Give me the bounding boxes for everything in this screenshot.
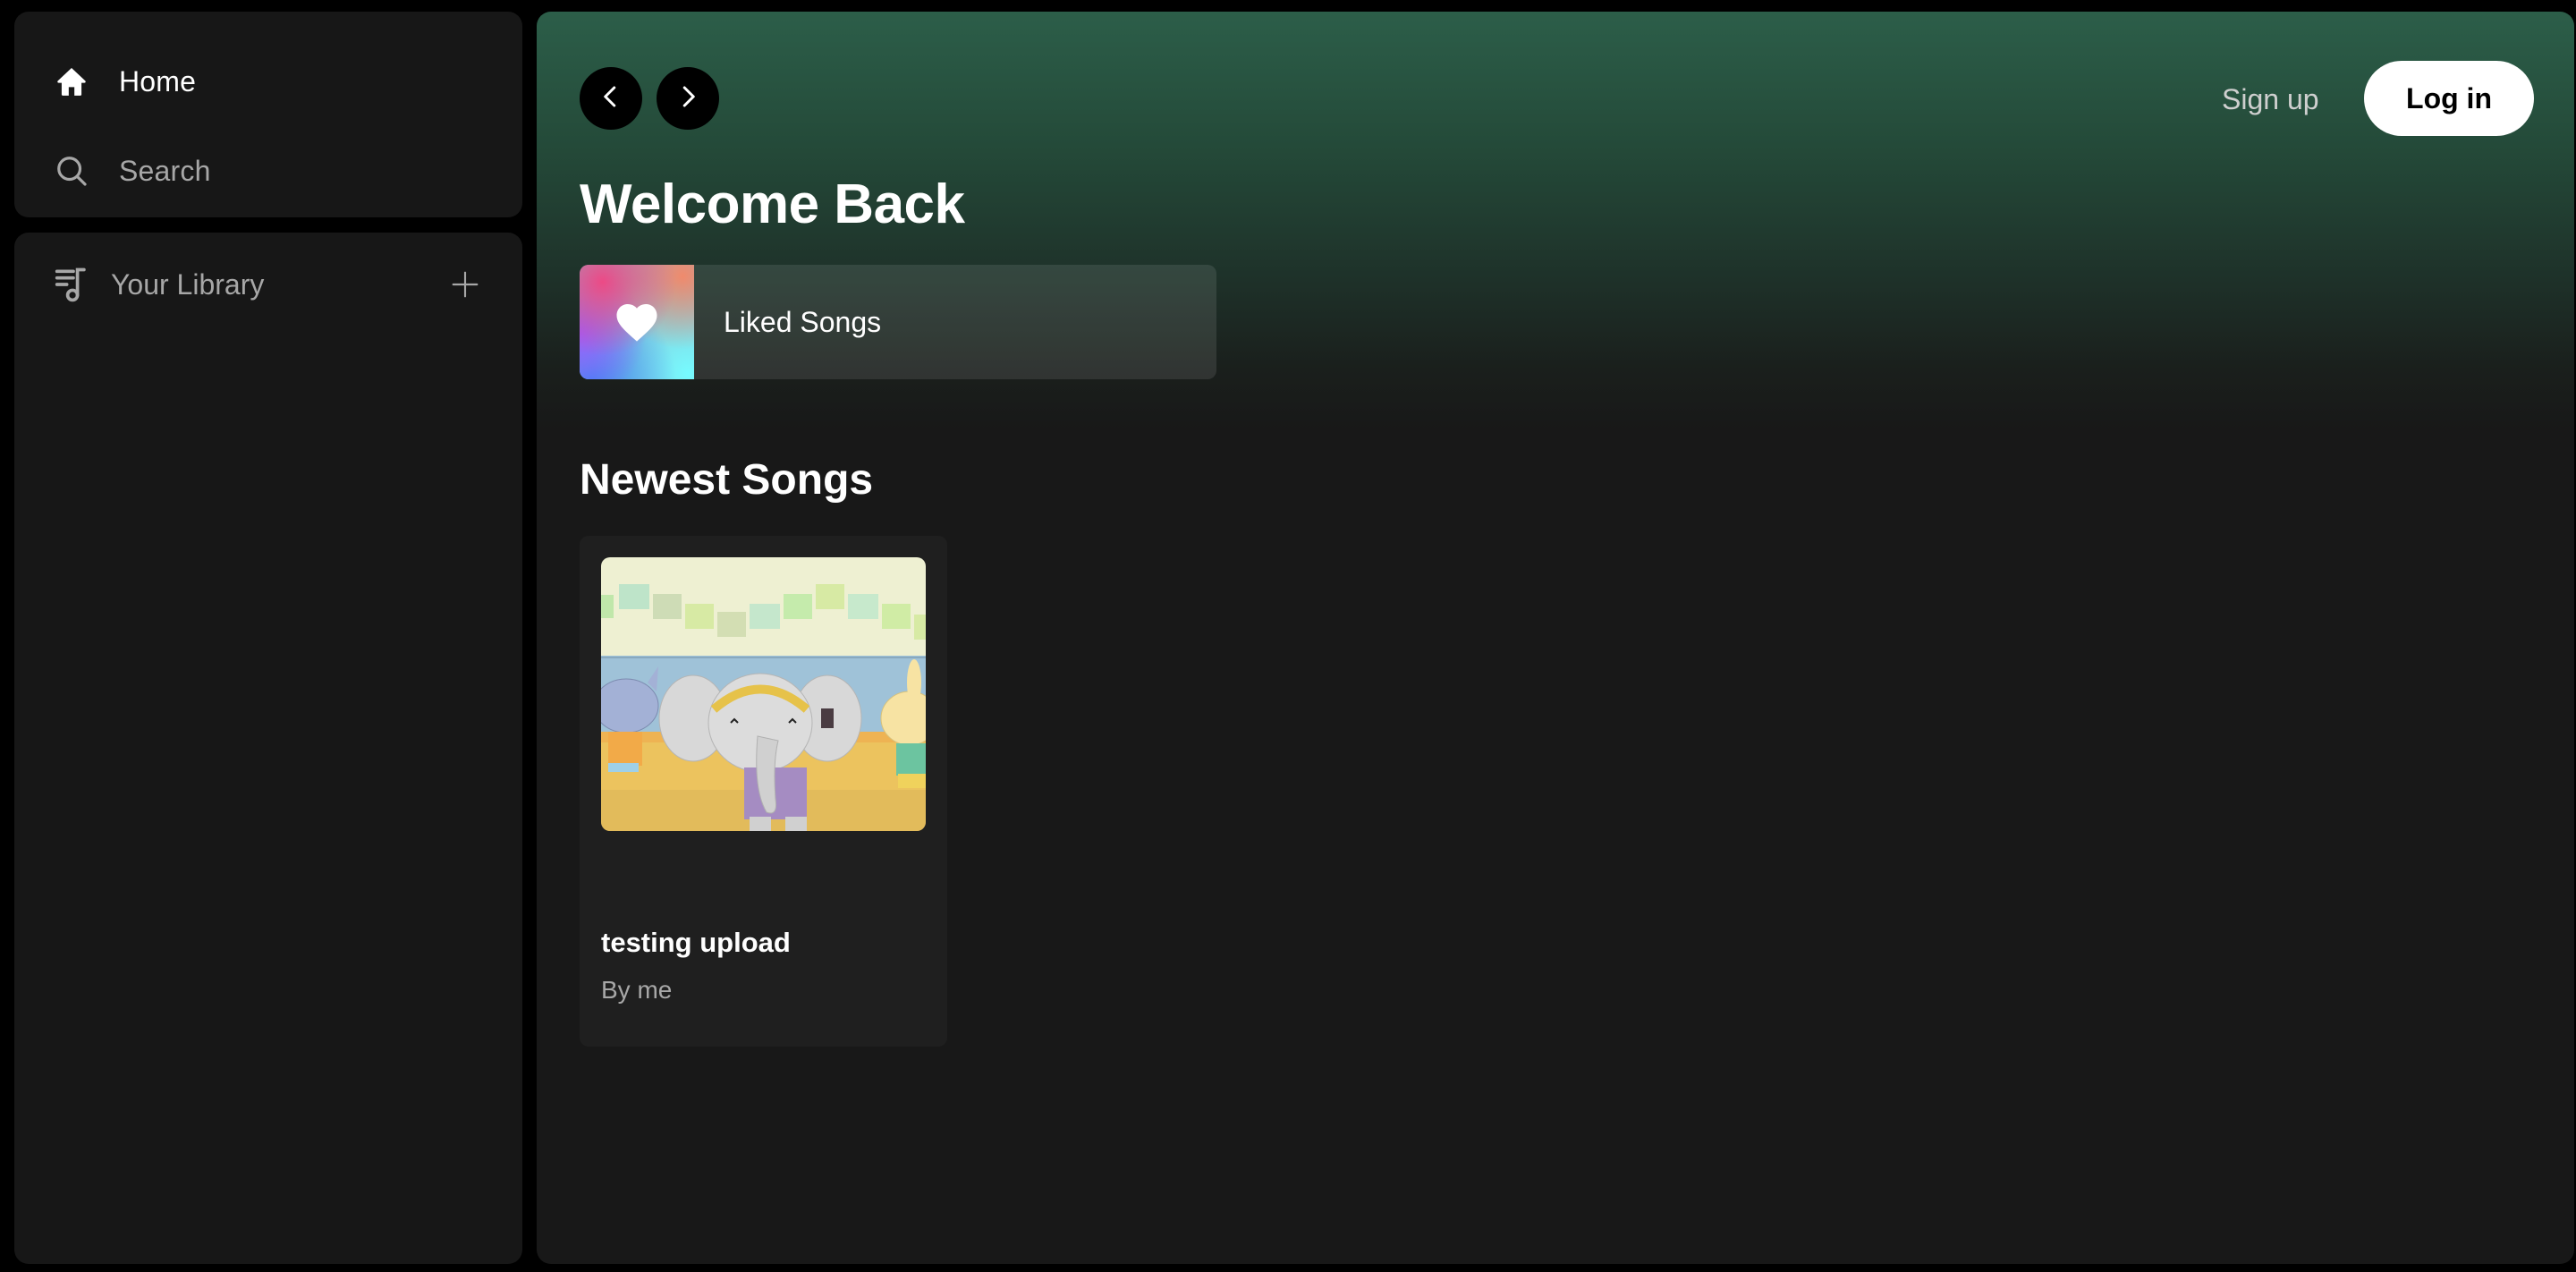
- song-artwork: [601, 557, 926, 831]
- page-title: Welcome Back: [580, 174, 965, 235]
- liked-songs-artwork: [580, 265, 694, 379]
- heart-icon: [613, 298, 661, 347]
- login-button[interactable]: Log in: [2364, 61, 2534, 136]
- sidebar-item-home[interactable]: Home: [54, 56, 483, 106]
- sidebar-item-label: Home: [119, 64, 197, 98]
- search-icon: [54, 153, 89, 189]
- library-icon: [54, 265, 93, 304]
- back-button[interactable]: [580, 67, 642, 130]
- song-title: testing upload: [601, 927, 791, 958]
- library-panel: Your Library: [14, 233, 522, 1264]
- main-content: Sign up Log in Welcome Back Liked Songs …: [537, 12, 2574, 1264]
- chevron-left-icon: [597, 83, 624, 114]
- sidebar-nav-panel: Home Search: [14, 12, 522, 217]
- home-icon: [54, 64, 89, 99]
- section-title-newest-songs: Newest Songs: [580, 456, 874, 504]
- liked-songs-tile[interactable]: Liked Songs: [580, 265, 1216, 379]
- liked-songs-label: Liked Songs: [724, 305, 882, 338]
- sidebar-item-search[interactable]: Search: [54, 146, 483, 196]
- song-card[interactable]: testing upload By me: [580, 536, 947, 1047]
- library-header: Your Library: [54, 259, 483, 310]
- chevron-right-icon: [674, 83, 701, 114]
- signup-button[interactable]: Sign up: [2222, 80, 2319, 119]
- song-artist: By me: [601, 976, 673, 1004]
- library-label[interactable]: Your Library: [111, 268, 264, 301]
- plus-icon[interactable]: [447, 267, 483, 302]
- sidebar-item-label: Search: [119, 154, 211, 187]
- app-root: Home Search Your Library Sign up Log in …: [0, 0, 2576, 1272]
- forward-button[interactable]: [657, 67, 719, 130]
